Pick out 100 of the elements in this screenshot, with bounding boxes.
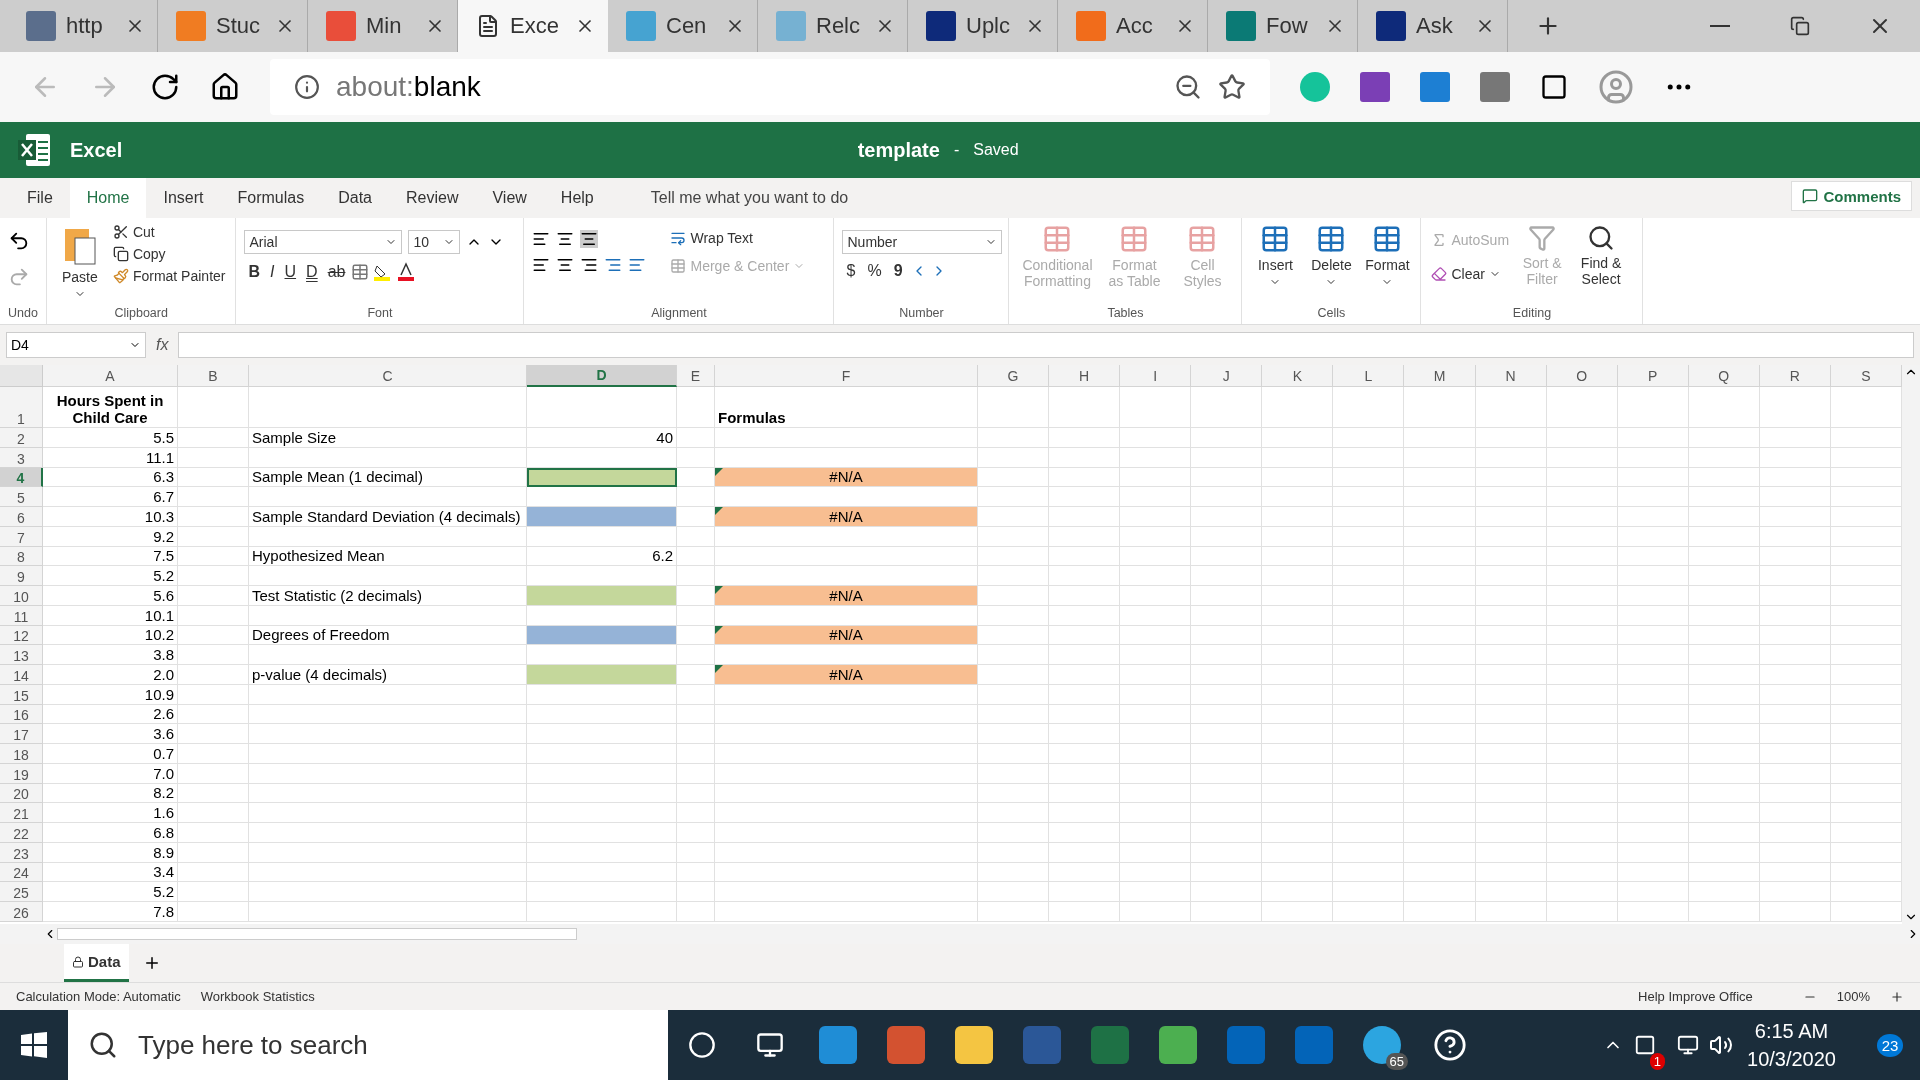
column-header[interactable]: P (1617, 365, 1689, 387)
ribbon-tab[interactable]: File (10, 178, 70, 218)
decrease-indent-icon[interactable] (604, 256, 623, 274)
align-left-icon[interactable] (532, 256, 551, 274)
column-header[interactable]: C (249, 365, 527, 387)
ribbon-tab[interactable]: Formulas (220, 178, 322, 218)
clock-date[interactable]: 10/3/2020 (1747, 1045, 1836, 1073)
underline-button[interactable]: U (280, 263, 301, 281)
column-header[interactable]: L (1333, 365, 1405, 387)
bottom-align-icon[interactable] (580, 230, 599, 248)
column-header[interactable]: B (178, 365, 249, 387)
column-header[interactable]: M (1404, 365, 1476, 387)
bold-button[interactable]: B (244, 263, 265, 281)
undo-icon[interactable] (8, 230, 30, 252)
row-header[interactable]: 25 (0, 882, 43, 902)
align-center-icon[interactable] (556, 256, 575, 274)
taskbar-search-field[interactable]: Type here to search (68, 1010, 668, 1080)
row-header[interactable]: 2 (0, 428, 43, 448)
row-header[interactable]: 7 (0, 526, 43, 547)
column-header[interactable]: Q (1688, 365, 1760, 387)
ribbon-tab[interactable]: Home (69, 178, 147, 218)
row-header[interactable]: 15 (0, 684, 43, 705)
row-header[interactable]: 18 (0, 744, 43, 764)
workbook-statistics-link[interactable]: Workbook Statistics (200, 989, 315, 1004)
column-header[interactable]: E (677, 365, 715, 387)
help-icon[interactable] (1433, 1028, 1467, 1062)
comma-style-button[interactable]: 9 (889, 262, 907, 280)
middle-align-icon[interactable] (556, 230, 575, 248)
font-size-field[interactable]: 10 (408, 230, 461, 254)
column-header[interactable]: G (978, 365, 1050, 387)
function-label[interactable]: fx (156, 336, 169, 354)
address-field[interactable]: about:blank (270, 59, 1270, 115)
extension-icon[interactable] (1480, 72, 1510, 102)
row-header[interactable]: 26 (0, 902, 43, 922)
row-header[interactable]: 17 (0, 724, 43, 744)
home-icon[interactable] (210, 72, 240, 102)
row-header[interactable]: 12 (0, 625, 43, 646)
sheet-tab[interactable]: Data (64, 944, 129, 982)
row-header[interactable]: 11 (0, 605, 43, 626)
extension-icon[interactable] (1300, 72, 1330, 102)
redo-icon[interactable] (8, 266, 30, 288)
input-cell[interactable] (527, 586, 677, 606)
refresh-icon[interactable] (150, 72, 180, 102)
format-painter-button[interactable]: Format Painter (110, 266, 228, 286)
row-header[interactable]: 5 (0, 487, 43, 507)
notification-count[interactable]: 23 (1876, 1033, 1904, 1057)
browser-tab[interactable]: Exce (458, 0, 608, 52)
row-header[interactable]: 10 (0, 586, 43, 606)
wrap-text-button[interactable]: Wrap Text (668, 228, 808, 248)
cells-button[interactable]: Insert (1250, 222, 1301, 306)
increase-indent-icon[interactable] (628, 256, 647, 274)
ribbon-tab[interactable]: Review (388, 178, 476, 218)
column-header[interactable]: J (1191, 365, 1263, 387)
input-cell[interactable] (527, 467, 677, 488)
profile-icon[interactable] (1598, 69, 1634, 105)
currency-button[interactable]: $ (842, 262, 860, 280)
column-header[interactable]: S (1830, 365, 1902, 387)
borders-icon[interactable] (351, 263, 370, 281)
align-right-icon[interactable] (580, 256, 599, 274)
column-header[interactable]: O (1546, 365, 1618, 387)
column-header[interactable]: F (715, 365, 978, 387)
help-improve-office-link[interactable]: Help Improve Office (1638, 989, 1753, 1004)
row-header[interactable]: 9 (0, 566, 43, 586)
column-header[interactable]: H (1049, 365, 1121, 387)
column-header[interactable]: D (527, 365, 677, 387)
column-header[interactable]: N (1475, 365, 1547, 387)
column-header[interactable]: K (1262, 365, 1334, 387)
ribbon-tab[interactable]: Data (321, 178, 389, 218)
row-header[interactable]: 13 (0, 645, 43, 665)
comments-button[interactable]: Comments (1791, 181, 1912, 211)
formula-field[interactable] (178, 332, 1914, 358)
row-header[interactable]: 19 (0, 763, 43, 784)
cells-button[interactable]: Format (1362, 222, 1413, 306)
row-header[interactable]: 1 (0, 387, 43, 428)
row-header[interactable]: 14 (0, 665, 43, 685)
row-header[interactable]: 22 (0, 823, 43, 843)
font-name-field[interactable]: Arial (244, 230, 403, 254)
row-header[interactable]: 20 (0, 783, 43, 804)
ribbon-tab[interactable]: Insert (146, 178, 221, 218)
copy-button[interactable]: Copy (110, 244, 228, 264)
row-header[interactable]: 21 (0, 803, 43, 823)
cells-button[interactable]: Delete (1306, 222, 1357, 306)
extension-icon[interactable] (1360, 72, 1390, 102)
select-all-corner[interactable] (0, 365, 43, 387)
app-icon[interactable] (955, 1026, 993, 1064)
find-select-button[interactable]: Find & Select (1573, 222, 1630, 306)
row-header[interactable]: 3 (0, 447, 43, 468)
row-header[interactable]: 16 (0, 704, 43, 725)
top-align-icon[interactable] (532, 230, 551, 248)
row-header[interactable]: 24 (0, 862, 43, 883)
percent-button[interactable]: % (863, 262, 886, 280)
number-format-field[interactable]: Number (842, 230, 1003, 254)
zoom-in-icon[interactable] (1890, 989, 1904, 1004)
ribbon-tab[interactable]: View (475, 178, 544, 218)
input-cell[interactable] (527, 625, 677, 646)
row-header[interactable]: 23 (0, 842, 43, 863)
tray-app-icon[interactable] (1634, 1034, 1656, 1056)
scrollbar-thumb[interactable] (57, 928, 577, 940)
double-underline-button[interactable]: D (302, 263, 322, 281)
input-cell[interactable] (527, 507, 677, 527)
